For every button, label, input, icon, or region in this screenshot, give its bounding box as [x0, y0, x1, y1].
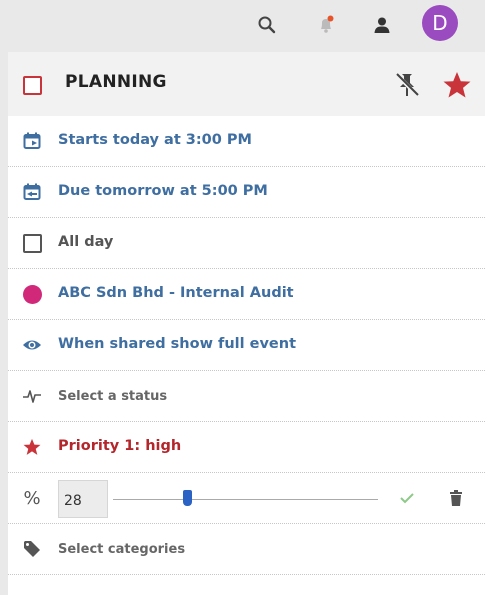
- visibility-label: When shared show full event: [58, 336, 297, 352]
- tag-icon: [21, 538, 43, 560]
- priority-label: Priority 1: high: [58, 438, 182, 454]
- percent-icon: %: [21, 487, 43, 509]
- percent-value: 28: [64, 493, 82, 509]
- start-date-label: Starts today at 3:00 PM: [58, 132, 252, 148]
- trash-icon[interactable]: [445, 487, 467, 509]
- calendar-row[interactable]: ABC Sdn Bhd - Internal Audit: [8, 269, 485, 320]
- percent-input[interactable]: 28: [58, 480, 108, 518]
- calendar-color-dot-icon: [21, 283, 43, 305]
- avatar[interactable]: D: [422, 5, 458, 41]
- task-header: PLANNING: [8, 52, 485, 116]
- avatar-letter: D: [432, 11, 448, 35]
- percent-slider-track[interactable]: [113, 499, 378, 500]
- search-icon[interactable]: [252, 10, 282, 40]
- categories-row[interactable]: Select categories: [8, 524, 485, 575]
- status-row[interactable]: Select a status: [8, 371, 485, 422]
- all-day-checkbox[interactable]: [21, 232, 43, 254]
- visibility-row[interactable]: When shared show full event: [8, 320, 485, 371]
- all-day-row[interactable]: All day: [8, 218, 485, 269]
- percent-symbol: %: [23, 487, 41, 509]
- unpin-icon[interactable]: [392, 70, 422, 100]
- priority-star-icon: [21, 436, 43, 458]
- activity-icon: [21, 385, 43, 407]
- confirm-check-icon[interactable]: [396, 487, 418, 509]
- status-placeholder: Select a status: [58, 389, 168, 404]
- eye-icon: [21, 334, 43, 356]
- notifications-icon[interactable]: [311, 10, 341, 40]
- calendar-due-icon: [21, 181, 43, 203]
- user-icon[interactable]: [367, 10, 397, 40]
- priority-row[interactable]: Priority 1: high: [8, 422, 485, 473]
- due-date-label: Due tomorrow at 5:00 PM: [58, 183, 268, 199]
- task-title[interactable]: PLANNING: [65, 72, 167, 92]
- favorite-star-icon[interactable]: [441, 69, 473, 101]
- percent-complete-row: % 28: [8, 473, 485, 524]
- calendar-label: ABC Sdn Bhd - Internal Audit: [58, 285, 294, 301]
- top-bar: D: [0, 0, 485, 50]
- percent-slider-handle[interactable]: [183, 490, 193, 506]
- start-date-row[interactable]: Starts today at 3:00 PM: [8, 116, 485, 167]
- all-day-label: All day: [58, 234, 114, 250]
- categories-placeholder: Select categories: [58, 542, 186, 557]
- complete-checkbox[interactable]: [23, 76, 42, 95]
- task-panel: PLANNING Starts today at 3:00 PM Due tom…: [8, 52, 485, 595]
- due-date-row[interactable]: Due tomorrow at 5:00 PM: [8, 167, 485, 218]
- calendar-start-icon: [21, 130, 43, 152]
